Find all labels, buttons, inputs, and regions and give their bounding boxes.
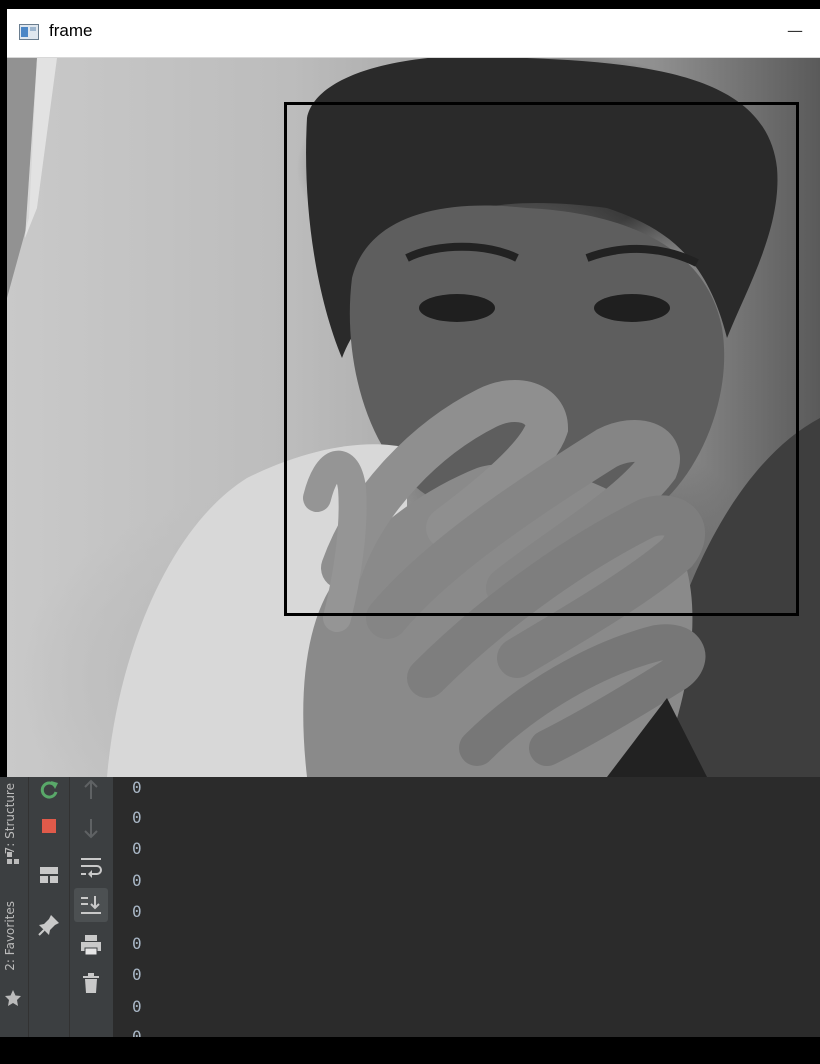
- pin-icon[interactable]: [36, 912, 62, 938]
- stop-icon[interactable]: [36, 813, 62, 839]
- arrow-down-icon[interactable]: [78, 815, 104, 841]
- run-toolbar-secondary: [70, 777, 113, 1037]
- console-line: 0: [132, 871, 142, 890]
- minimize-button[interactable]: —: [784, 19, 806, 45]
- console-line: 0: [132, 965, 142, 984]
- star-icon: [5, 990, 21, 1006]
- face-detection-box: [284, 102, 799, 616]
- console-line: 0: [132, 997, 142, 1016]
- window-app-icon: [19, 24, 39, 40]
- structure-icon: [7, 852, 19, 864]
- console-line: 0: [132, 808, 142, 827]
- webcam-frame: [7, 58, 820, 777]
- arrow-up-icon[interactable]: [78, 777, 104, 803]
- side-tool-strip: 7: Structure 2: Favorites: [0, 777, 29, 1037]
- ide-run-panel: 7: Structure 2: Favorites 0 0 0 0 0 0 0 …: [0, 777, 820, 1046]
- scroll-to-end-icon: [81, 896, 101, 914]
- layout-icon[interactable]: [36, 862, 62, 888]
- console-output[interactable]: 0 0 0 0 0 0 0 0 0: [113, 777, 820, 1046]
- side-tab-structure[interactable]: 7: Structure: [3, 783, 17, 854]
- print-icon[interactable]: [78, 932, 104, 958]
- console-line: 0: [132, 839, 142, 858]
- console-line: 0: [132, 778, 142, 797]
- run-toolbar-primary: [29, 777, 70, 1037]
- black-letterbox: [0, 1037, 820, 1064]
- window-title: frame: [49, 21, 93, 40]
- opencv-window: frame —: [7, 9, 820, 777]
- scroll-to-end-toggle[interactable]: [74, 888, 108, 922]
- side-tab-favorites[interactable]: 2: Favorites: [3, 901, 17, 971]
- console-line: 0: [132, 934, 142, 953]
- window-titlebar[interactable]: frame —: [7, 9, 820, 58]
- trash-icon[interactable]: [78, 970, 104, 996]
- rerun-icon[interactable]: [36, 777, 62, 803]
- console-line: 0: [132, 902, 142, 921]
- soft-wrap-icon[interactable]: [78, 853, 104, 879]
